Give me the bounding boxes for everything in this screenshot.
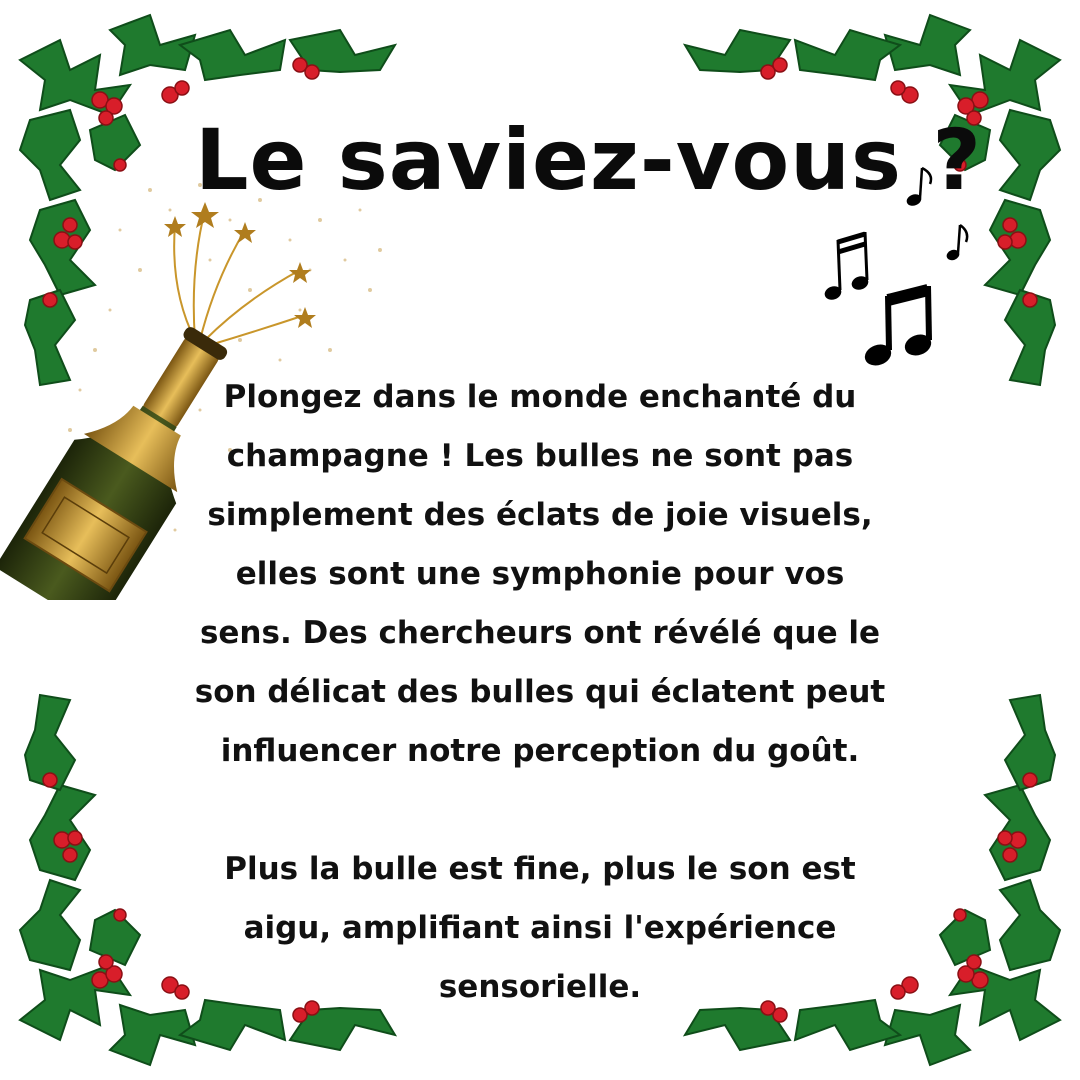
text-line: champagne ! Les bulles ne sont pas — [140, 427, 940, 486]
text-line: Plus la bulle est fine, plus le son est — [224, 851, 856, 887]
text-line: elles sont une symphonie pour vos — [235, 556, 845, 592]
text-fragment: ! Les bulles ne sont pas — [428, 438, 854, 474]
text-line: simplement des éclats de joie visuels, — [207, 497, 873, 533]
page-title: Le saviez-vous ? — [195, 111, 982, 209]
text-line: son délicat des bulles qui éclatent peut — [194, 674, 886, 710]
champagne-keyword: champagne — [226, 438, 429, 474]
text-line: Plongez dans le monde enchanté du — [223, 379, 857, 415]
page: Le saviez-vous ? Plongez dans le monde e… — [0, 0, 1080, 1080]
text-line: sens. Des chercheurs ont révélé que le — [199, 615, 881, 651]
text-line: sensorielle. — [438, 969, 642, 1005]
conclusion-paragraph: Plus la bulle est fine, plus le son est … — [140, 840, 940, 1017]
text-line: aigu, amplifiant ainsi l'expérience — [243, 910, 837, 946]
text-line: influencer notre perception du goût. — [220, 733, 860, 769]
intro-paragraph: Plongez dans le monde enchanté du champa… — [140, 368, 940, 781]
